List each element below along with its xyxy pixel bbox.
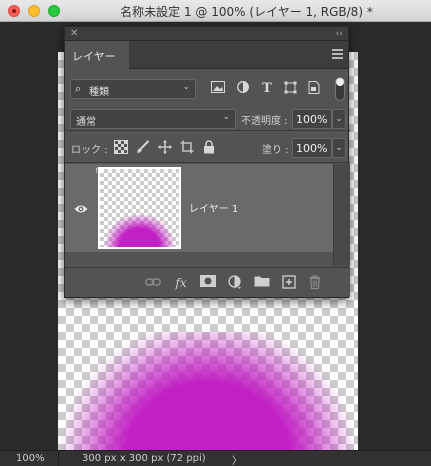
smart-object-filter-icon[interactable] <box>306 81 322 97</box>
collapse-panel-icon[interactable]: ‹‹ <box>336 27 343 41</box>
blend-mode-select[interactable]: 通常 ⌄ <box>70 109 236 129</box>
opacity-label: 不透明度 : <box>241 116 288 127</box>
new-group-folder-icon[interactable] <box>254 275 270 291</box>
lock-image-pixels-icon[interactable] <box>136 140 150 154</box>
document-info: 300 px x 300 px (72 ppi) <box>82 453 206 464</box>
opacity-dropdown-button[interactable]: ⌄ <box>332 109 346 129</box>
layer-row[interactable]: ┌ レイヤー 1 <box>65 164 333 252</box>
lock-row: ロック : 塗り : 100% ⌄ <box>65 133 350 163</box>
link-layers-icon[interactable] <box>145 275 161 291</box>
eye-icon[interactable] <box>74 201 88 215</box>
lock-artboard-icon[interactable] <box>180 140 194 154</box>
thumbnail-magenta-shape <box>102 215 177 247</box>
layers-panel: ✕ ‹‹ レイヤー ⌕ 種類 ⌄ T 通常 ⌄ 不透明度: 100% ⌄ ロッ… <box>64 26 350 298</box>
chevron-down-icon: ⌄ <box>222 112 230 122</box>
lock-position-icon[interactable] <box>158 140 172 154</box>
magenta-gradient-shape <box>58 332 358 460</box>
panel-menu-icon[interactable] <box>332 49 343 61</box>
blend-mode-value: 通常 <box>76 117 96 128</box>
close-window-button[interactable] <box>8 5 20 17</box>
blend-row: 通常 ⌄ 不透明度 : 100% ⌄ <box>65 107 350 131</box>
layer-list: ┌ レイヤー 1 <box>65 164 333 266</box>
minimize-window-button[interactable] <box>28 5 40 17</box>
type-filter-icon[interactable]: T <box>259 81 275 97</box>
trash-icon[interactable] <box>307 275 323 291</box>
chevron-down-icon: ⌄ <box>182 82 190 92</box>
new-adjustment-layer-icon[interactable] <box>227 275 243 291</box>
lock-all-icon[interactable] <box>202 140 216 154</box>
new-layer-icon[interactable] <box>281 275 297 291</box>
image-filter-icon[interactable] <box>210 81 226 97</box>
fill-dropdown-button[interactable]: ⌄ <box>332 138 346 158</box>
close-panel-icon[interactable]: ✕ <box>70 27 78 41</box>
status-bar: 100% 300 px x 300 px (72 ppi) 〉 <box>0 450 431 466</box>
adjustment-filter-icon[interactable] <box>235 81 251 97</box>
status-divider <box>58 451 59 466</box>
panel-bottom-bar: fx <box>65 267 350 297</box>
fill-label: 塗り : <box>262 145 289 156</box>
maximize-window-button[interactable] <box>48 5 60 17</box>
panel-tab-row: レイヤー <box>65 41 348 69</box>
filter-row: ⌕ 種類 ⌄ T <box>65 71 350 107</box>
filter-toggle-switch[interactable] <box>335 77 345 101</box>
layer-name[interactable]: レイヤー 1 <box>189 200 238 215</box>
shape-filter-icon[interactable] <box>282 81 298 97</box>
fill-input[interactable]: 100% <box>292 138 332 158</box>
layer-thumbnail[interactable] <box>98 167 181 249</box>
layer-list-scrollbar[interactable] <box>333 164 350 266</box>
opacity-input[interactable]: 100% <box>292 109 332 129</box>
panel-header-strip: ✕ ‹‹ <box>65 27 348 41</box>
add-mask-icon[interactable] <box>200 275 216 291</box>
filter-kind-select[interactable]: ⌕ 種類 ⌄ <box>70 79 196 99</box>
lock-transparent-pixels-icon[interactable] <box>114 140 128 154</box>
lock-label: ロック : <box>71 145 108 156</box>
chevron-right-icon[interactable]: 〉 <box>232 452 242 466</box>
filter-kind-value: 種類 <box>89 87 109 98</box>
search-icon: ⌕ <box>75 82 82 95</box>
fx-effects-icon[interactable]: fx <box>173 275 189 291</box>
zoom-level[interactable]: 100% <box>16 453 45 464</box>
tab-layers[interactable]: レイヤー <box>65 41 129 69</box>
window-title: 名称未設定 1 @ 100% (レイヤー 1, RGB/8) * <box>120 5 373 19</box>
title-bar: 名称未設定 1 @ 100% (レイヤー 1, RGB/8) * <box>0 0 431 22</box>
